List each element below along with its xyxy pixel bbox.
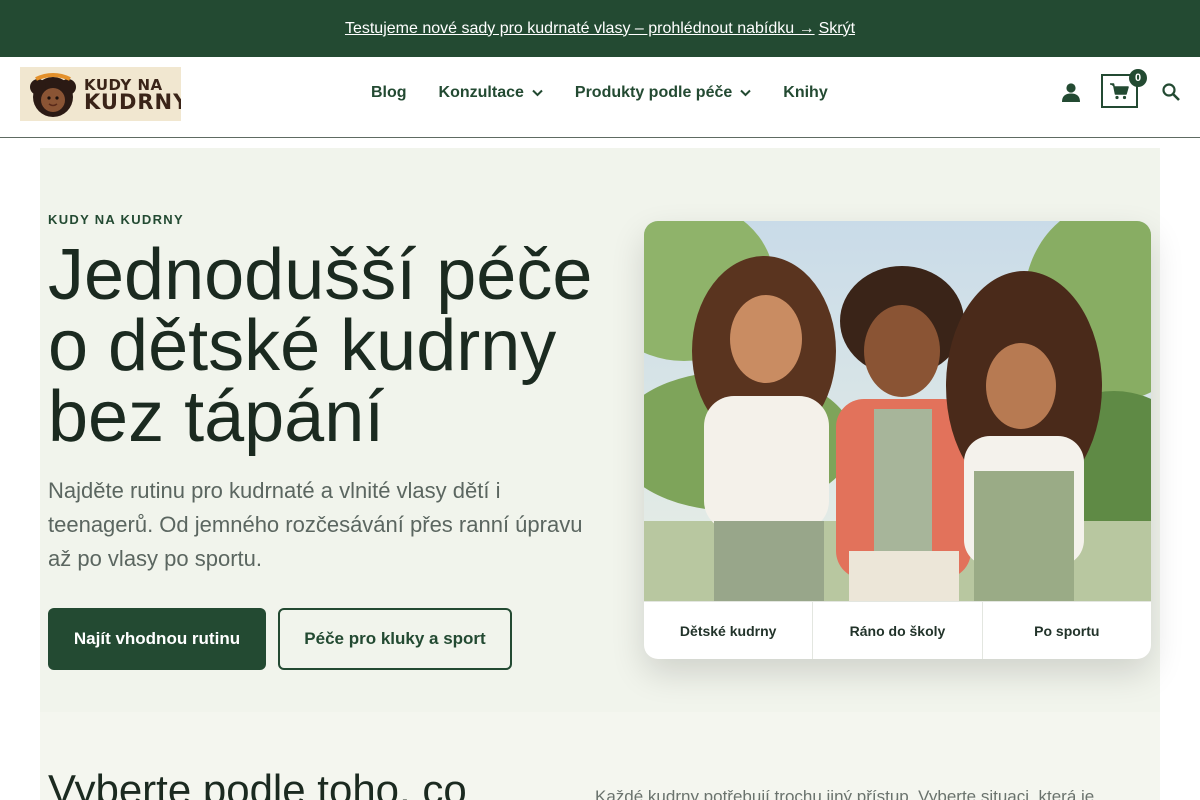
logo-line-2: KUDRNY [84,90,181,114]
nav-item-knihy[interactable]: Knihy [783,84,827,102]
nav-item-label: Knihy [783,84,828,101]
cart-icon [1110,82,1129,99]
cart-count-badge: 0 [1129,69,1147,87]
logo-wordmark: KUDY NA KUDRNY [84,77,181,114]
find-routine-button[interactable]: Najít vhodnou rutinu [48,608,266,670]
main-navigation: Blog Konzultace Produkty podle péče Knih… [371,57,860,129]
tab-detske-kudrny[interactable]: Dětské kudrny [644,602,814,659]
chevron-down-icon [532,89,543,97]
cart-button[interactable]: 0 [1101,69,1147,108]
logo-girl-illustration [28,69,78,119]
choose-section-text: Každé kudrny potřebují trochu jiný příst… [595,787,1095,800]
search-icon[interactable] [1162,83,1180,101]
nav-item-produkty[interactable]: Produkty podle péče [575,84,751,102]
header-actions: 0 [1050,57,1200,129]
site-logo[interactable]: KUDY NA KUDRNY [20,67,181,121]
nav-item-label: Konzultace [438,84,524,101]
tab-rano-do-skoly[interactable]: Ráno do školy [813,602,983,659]
tab-po-sportu[interactable]: Po sportu [983,602,1151,659]
hero-title: Jednodušší péče o dětské kudrny bez tápá… [48,235,593,457]
announcement-link[interactable]: Testujeme nové sady pro kudrnaté vlasy –… [345,20,815,38]
hero-section: KUDY NA KUDRNY Jednodušší péče o dětské … [40,148,1160,712]
nav-item-label: Produkty podle péče [574,84,733,101]
choose-section: Vyberte podle toho, co Každé kudrny potř… [40,712,1160,800]
site-header: KUDY NA KUDRNY Blog Konzultace Produkty … [0,57,1200,138]
hero-image-card: Dětské kudrny Ráno do školy Po sportu [644,221,1151,659]
announcement-bar: Testujeme nové sady pro kudrnaté vlasy –… [0,0,1200,57]
chevron-down-icon [740,89,751,97]
nav-item-label: Blog [371,84,407,101]
hero-subtitle: Najděte rutinu pro kudrnaté a vlnité vla… [48,478,583,571]
nav-item-konzultace[interactable]: Konzultace [439,84,543,102]
choose-section-title: Vyberte podle toho, co [48,766,467,800]
nav-item-blog[interactable]: Blog [371,84,407,102]
card-tab-bar: Dětské kudrny Ráno do školy Po sportu [644,601,1151,659]
boys-sport-care-button[interactable]: Péče pro kluky a sport [278,608,512,670]
hero-eyebrow: KUDY NA KUDRNY [48,212,184,227]
announcement-dismiss-link[interactable]: Skrýt [819,20,855,38]
user-icon[interactable] [1061,83,1081,102]
kids-photo [644,221,1151,601]
